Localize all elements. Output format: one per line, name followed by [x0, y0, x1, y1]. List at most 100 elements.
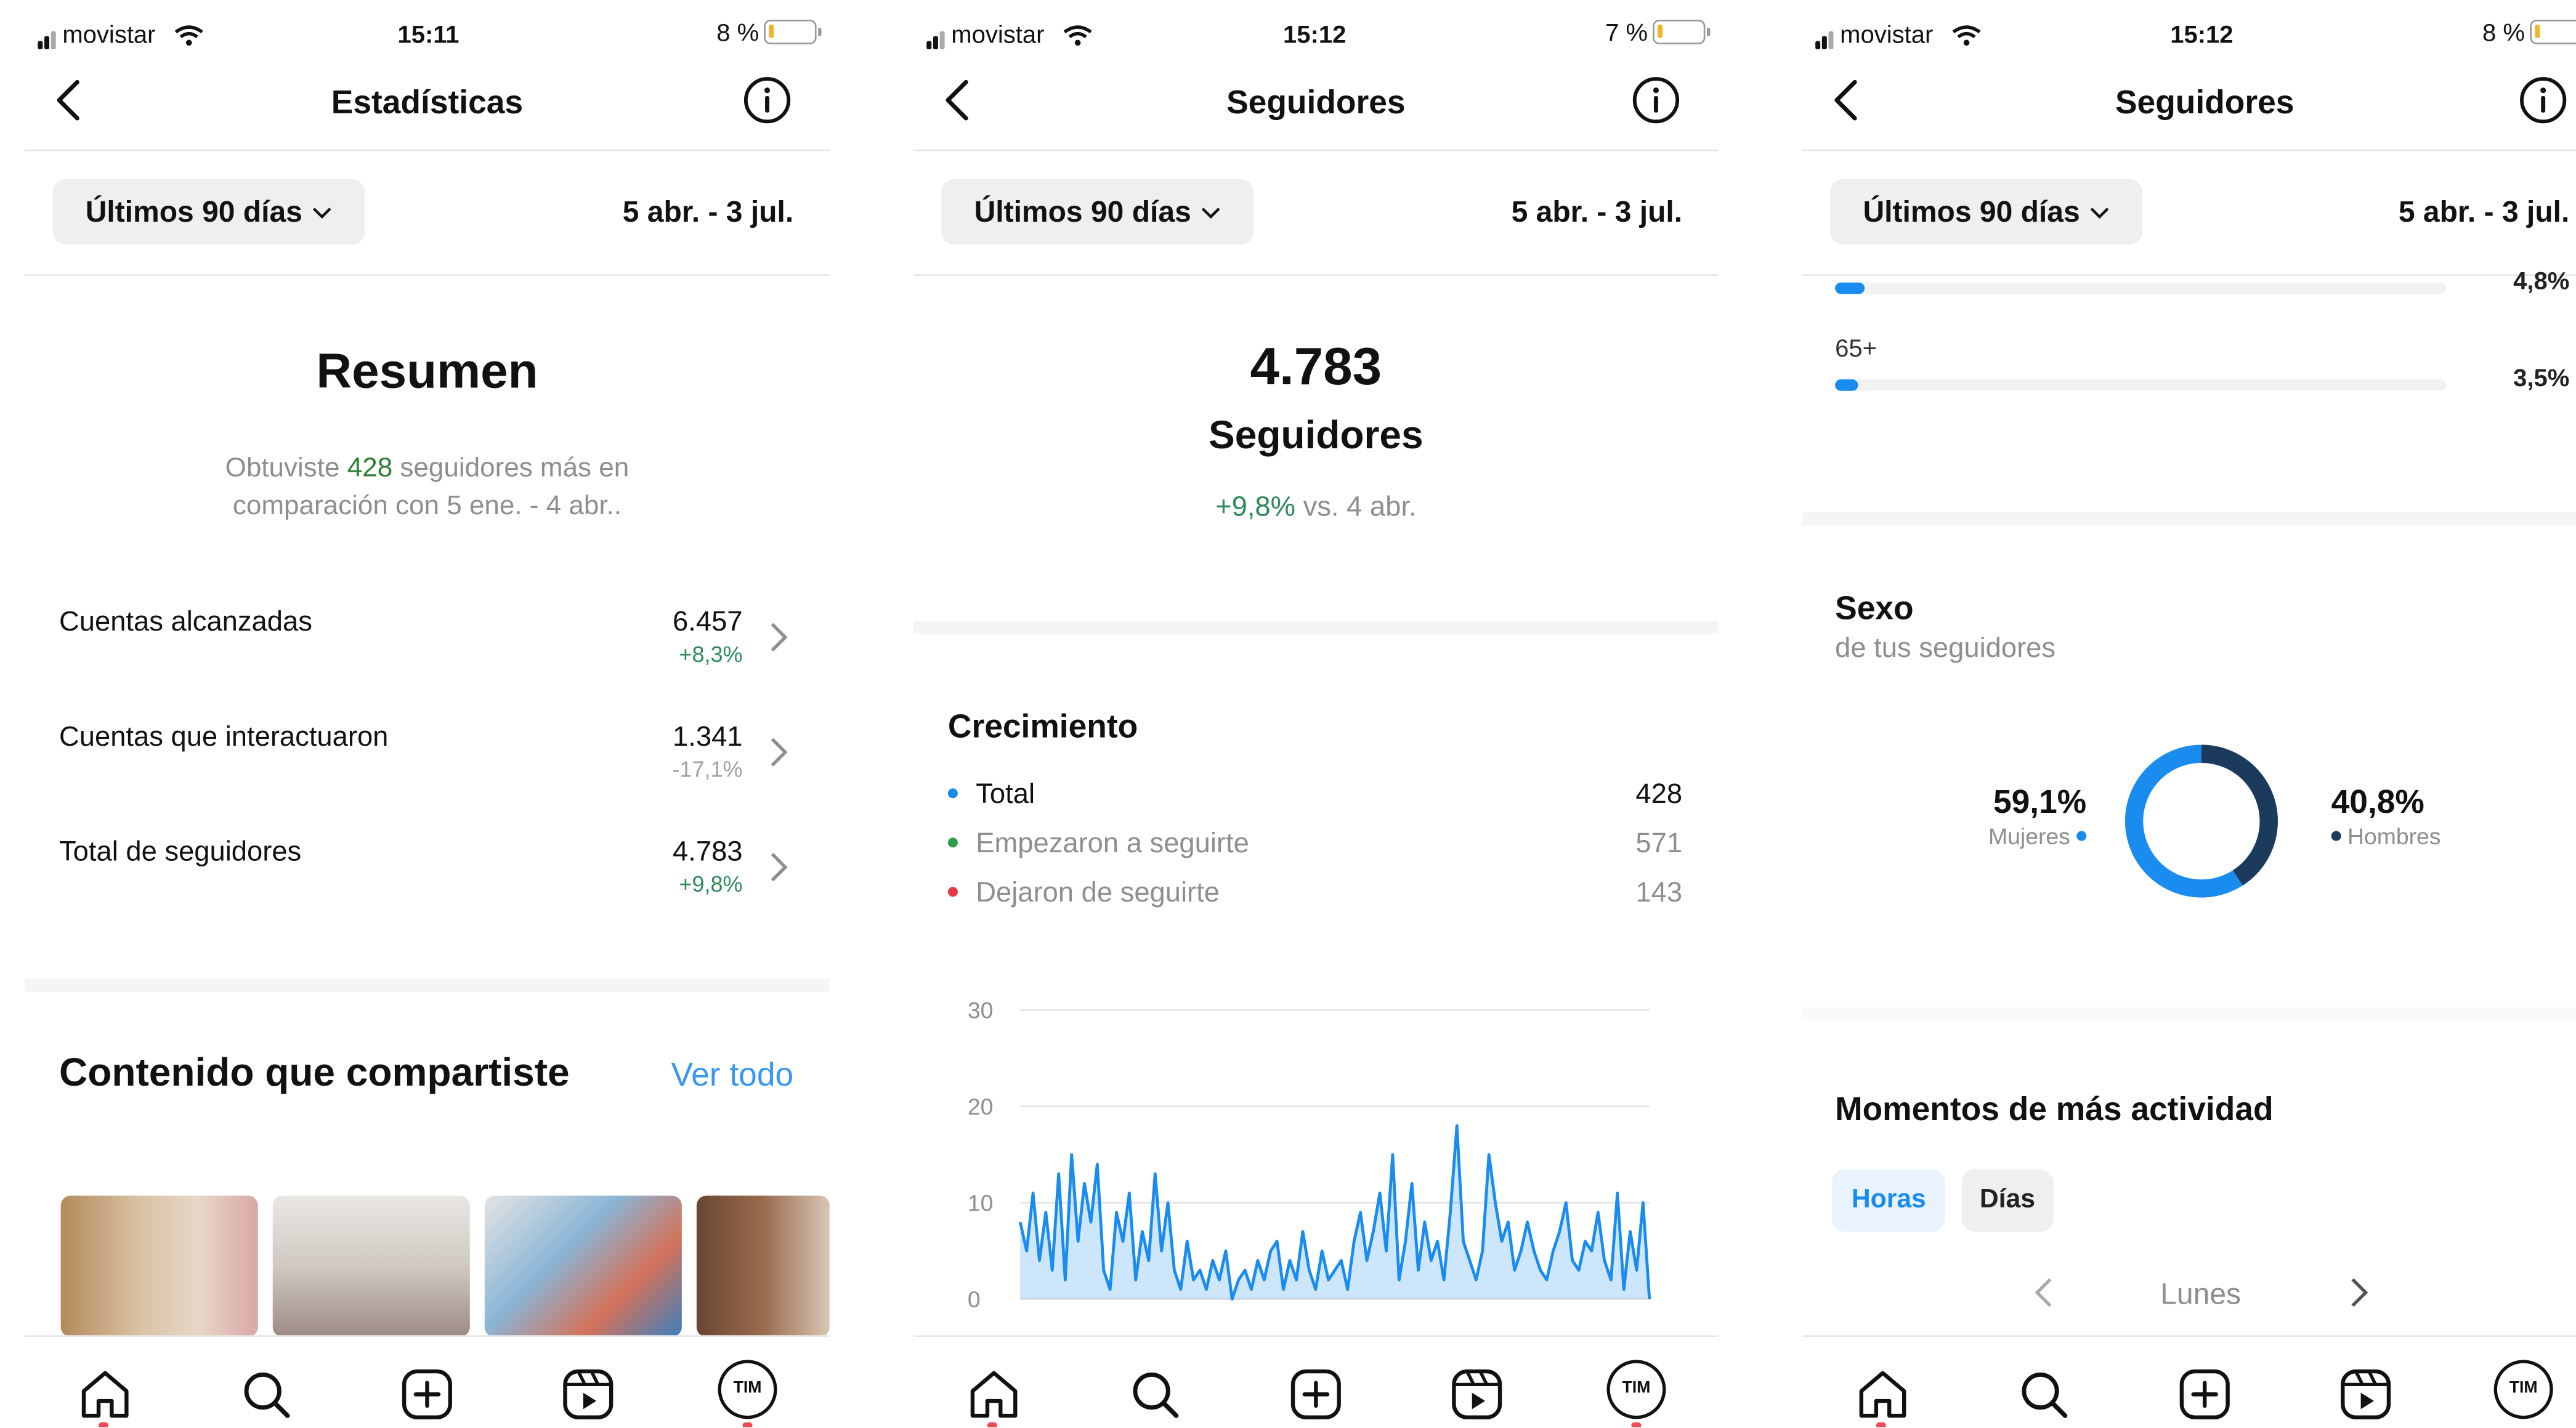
- followers-count: 4.783: [1250, 336, 1382, 396]
- screen-seguidores-demographics: movistar 15:12 8 % Seguidores Últimos 90…: [1802, 0, 2576, 1427]
- search-icon[interactable]: [238, 1366, 294, 1422]
- section-divider: [1802, 1006, 2576, 1020]
- metric-label: Cuentas que interactuaron: [59, 720, 389, 752]
- sex-subtitle: de tus seguidores: [1835, 632, 2056, 664]
- y-tick-label: 20: [968, 1094, 994, 1119]
- date-range-dropdown[interactable]: Últimos 90 días: [1830, 179, 2143, 245]
- metric-value: 4.783: [673, 836, 743, 868]
- age-bar-track: [1835, 379, 2447, 391]
- status-time: 15:12: [1283, 21, 1347, 50]
- age-bar-fill: [1835, 282, 1865, 294]
- men-stat: 40,8% Hombres: [2331, 785, 2440, 849]
- signal-icon: [926, 22, 946, 50]
- home-icon[interactable]: [77, 1366, 133, 1422]
- metric-label: Cuentas alcanzadas: [59, 606, 312, 637]
- header-divider: [1802, 149, 2576, 151]
- content-thumbnail[interactable]: [272, 1195, 470, 1337]
- date-range-dates: 5 abr. - 3 jul.: [622, 195, 794, 228]
- followers-change: +9,8% vs. 4 abr.: [1215, 491, 1417, 523]
- status-time: 15:11: [397, 21, 460, 50]
- date-range-label: Últimos 90 días: [85, 195, 302, 228]
- date-range-dates: 5 abr. - 3 jul.: [1511, 195, 1683, 228]
- header-divider: [25, 149, 830, 151]
- battery-icon: [1653, 20, 1711, 45]
- metric-value: 1.341: [673, 720, 743, 752]
- profile-avatar[interactable]: TIM: [718, 1360, 777, 1419]
- date-range-dropdown[interactable]: Últimos 90 días: [941, 179, 1254, 245]
- status-time: 15:12: [2170, 21, 2234, 50]
- new-post-icon[interactable]: [2177, 1366, 2233, 1422]
- range-divider: [25, 274, 830, 276]
- battery-icon: [764, 20, 822, 45]
- info-icon[interactable]: [2519, 76, 2568, 125]
- info-icon[interactable]: [1631, 76, 1680, 125]
- legend-dot: [947, 837, 958, 848]
- growth-chart: 0 10 20 30: [968, 998, 1651, 1312]
- bottom-tab-bar: TIM: [25, 1335, 830, 1427]
- date-range-label: Últimos 90 días: [1863, 195, 2080, 228]
- reels-icon[interactable]: [1449, 1366, 1505, 1422]
- range-divider: [913, 274, 1719, 276]
- page-title: Seguidores: [2115, 85, 2295, 122]
- wifi-icon: [1063, 25, 1092, 46]
- summary-text: Obtuviste 428 seguidores más en comparac…: [225, 453, 630, 521]
- chevron-left-icon[interactable]: [2032, 1275, 2055, 1311]
- search-icon[interactable]: [2016, 1366, 2072, 1422]
- chevron-right-icon[interactable]: [2347, 1275, 2370, 1311]
- reels-icon[interactable]: [560, 1366, 616, 1422]
- wifi-icon: [174, 25, 203, 46]
- profile-avatar[interactable]: TIM: [1606, 1360, 1666, 1419]
- home-icon[interactable]: [1855, 1366, 1911, 1422]
- legend-dot: [2331, 831, 2341, 841]
- status-battery: 8 %: [716, 20, 822, 47]
- chevron-down-icon: [313, 208, 331, 219]
- section-divider: [913, 621, 1719, 634]
- home-icon[interactable]: [966, 1366, 1022, 1422]
- new-post-icon[interactable]: [1288, 1366, 1344, 1422]
- content-thumbnail[interactable]: [696, 1195, 830, 1337]
- age-bar-fill: [1835, 379, 1858, 391]
- growth-legend-followed: Empezaron a seguirte: [947, 828, 1249, 860]
- date-range-label: Últimos 90 días: [974, 195, 1191, 228]
- metric-label: Total de seguidores: [59, 836, 302, 868]
- chevron-down-icon: [1201, 208, 1220, 219]
- content-section-title: Contenido que compartiste: [59, 1051, 570, 1095]
- content-thumbnail[interactable]: [484, 1195, 682, 1337]
- wifi-icon: [1952, 25, 1981, 46]
- see-all-link[interactable]: Ver todo: [671, 1058, 793, 1095]
- status-battery: 7 %: [1605, 20, 1711, 47]
- growth-legend-unfollowed: Dejaron de seguirte: [947, 877, 1220, 910]
- chevron-right-icon: [771, 853, 788, 882]
- info-icon[interactable]: [743, 76, 792, 125]
- reels-icon[interactable]: [2338, 1366, 2394, 1422]
- content-thumbnail[interactable]: [60, 1195, 258, 1337]
- gender-donut-chart: [2124, 744, 2278, 898]
- tab-days[interactable]: Días: [1961, 1169, 2054, 1232]
- summary-title: Resumen: [316, 345, 538, 400]
- tab-hours[interactable]: Horas: [1831, 1169, 1946, 1232]
- chevron-right-icon: [771, 623, 788, 652]
- age-percentage: 4,8%: [2513, 267, 2570, 296]
- chevron-right-icon: [771, 738, 788, 767]
- growth-value: 571: [1635, 828, 1683, 859]
- age-label: 65+: [1835, 335, 1877, 363]
- status-battery: 8 %: [2482, 20, 2576, 47]
- date-range-dropdown[interactable]: Últimos 90 días: [52, 179, 365, 245]
- growth-legend-total: Total: [947, 778, 1035, 811]
- metric-change: +8,3%: [679, 642, 743, 667]
- chevron-down-icon: [2090, 208, 2109, 219]
- y-tick-label: 10: [968, 1190, 994, 1216]
- bottom-tab-bar: TIM: [913, 1335, 1719, 1427]
- metric-value: 6.457: [673, 606, 743, 637]
- growth-value: 428: [1635, 778, 1683, 810]
- legend-dot: [2076, 831, 2087, 841]
- women-percentage: 59,1%: [1993, 785, 2087, 821]
- metric-change: +9,8%: [679, 872, 743, 897]
- age-percentage: 3,5%: [2513, 365, 2570, 393]
- new-post-icon[interactable]: [399, 1366, 455, 1422]
- search-icon[interactable]: [1127, 1366, 1183, 1422]
- status-carrier: movistar: [1815, 22, 1981, 50]
- women-stat: 59,1% Mujeres: [1955, 785, 2087, 849]
- y-tick-label: 0: [968, 1286, 981, 1312]
- profile-avatar[interactable]: TIM: [2493, 1360, 2553, 1419]
